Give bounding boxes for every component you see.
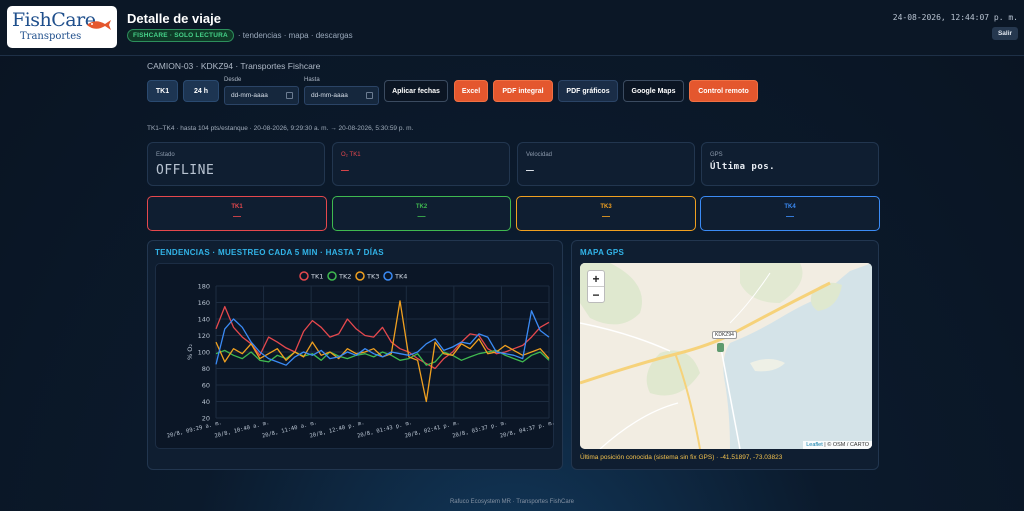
y-tick-label: 20	[202, 415, 210, 423]
vehicle-marker-icon[interactable]	[717, 343, 724, 352]
vehicle-marker-label: KDKZ94	[712, 331, 737, 339]
period-select-button[interactable]: 24 h	[183, 80, 219, 102]
legend-marker	[327, 271, 337, 281]
speed-card-label: Velocidad	[526, 152, 553, 158]
trends-chart-svg: 2040608010012014016018020/8, 09:29 a. m.…	[166, 271, 555, 440]
speed-card: Velocidad —	[517, 142, 695, 186]
to-date-input[interactable]: dd-mm-aaaa	[304, 86, 379, 105]
tank-label: TK3	[600, 204, 612, 210]
remote-control-button[interactable]: Control remoto	[689, 80, 758, 102]
y-tick-label: 60	[202, 382, 210, 390]
from-date-label: Desde	[224, 77, 242, 83]
tank-card-tk3[interactable]: TK3 —	[516, 196, 696, 231]
y-tick-label: 140	[198, 316, 210, 324]
o2-tk1-card: O₂ TK1 —	[332, 142, 510, 186]
o2-card-label: O₂ TK1	[341, 152, 361, 158]
tank-value: —	[602, 212, 610, 221]
gps-card-value: Última pos.	[710, 162, 776, 172]
y-tick-label: 40	[202, 398, 210, 406]
series-line-tk1	[215, 305, 550, 370]
trends-title: TENDENCIAS · MUESTREO CADA 5 MIN · HASTA…	[155, 248, 384, 257]
google-maps-button[interactable]: Google Maps	[623, 80, 684, 102]
y-tick-label: 80	[202, 365, 210, 373]
zoom-in-button[interactable]: +	[588, 271, 604, 287]
legend-label: TK2	[338, 273, 351, 281]
legend-marker	[383, 271, 393, 281]
status-card-value: OFFLINE	[156, 163, 215, 178]
fish-logo-icon	[87, 20, 111, 30]
legend-label: TK4	[394, 273, 407, 281]
logo-text-primary: FishCare	[12, 9, 96, 31]
vehicle-info: CAMION-03 · KDKZ94 · Transportes Fishcar…	[147, 61, 321, 71]
zoom-out-button[interactable]: −	[588, 287, 604, 303]
data-range-info: TK1–TK4 · hasta 104 pts/estanque · 20-08…	[147, 125, 414, 132]
legend-marker	[355, 271, 365, 281]
pdf-charts-button[interactable]: PDF gráficos	[558, 80, 618, 102]
pdf-full-button[interactable]: PDF integral	[493, 80, 553, 102]
tank-label: TK1	[231, 204, 243, 210]
apply-dates-button[interactable]: Aplicar fechas	[384, 80, 448, 102]
top-bar: FishCare Transportes Detalle de viaje FI…	[0, 0, 1024, 56]
tank-card-tk2[interactable]: TK2 —	[332, 196, 511, 231]
readonly-badge: FISHCARE · SOLO LECTURA	[127, 29, 234, 42]
o2-card-value: —	[341, 163, 350, 178]
page-title: Detalle de viaje	[127, 11, 221, 26]
tank-card-tk4[interactable]: TK4 —	[700, 196, 880, 231]
status-card: Estado OFFLINE	[147, 142, 325, 186]
from-date-placeholder: dd-mm-aaaa	[231, 92, 268, 99]
x-tick-label: 20/8, 04:37 p. m.	[499, 420, 555, 439]
excel-export-button[interactable]: Excel	[454, 80, 488, 102]
logo-text-secondary: Transportes	[20, 31, 82, 42]
tank-select-button[interactable]: TK1	[147, 80, 178, 102]
legend-label: TK3	[366, 273, 379, 281]
tank-label: TK4	[784, 204, 796, 210]
legend-marker	[299, 271, 309, 281]
current-datetime: 24-08-2026, 12:44:07 p. m.	[892, 13, 1018, 22]
map-zoom-control: + −	[587, 270, 605, 303]
tank-card-tk1[interactable]: TK1 —	[147, 196, 327, 231]
subtitle-row: FISHCARE · SOLO LECTURA · tendencias · m…	[127, 29, 353, 42]
tank-value: —	[417, 212, 426, 221]
leaflet-link[interactable]: Leaflet	[806, 442, 823, 448]
tank-label: TK2	[415, 204, 428, 210]
y-tick-label: 120	[198, 332, 210, 340]
trends-chart: 20 40 60 80 100 120 140 160 180 20/8, 09:29 a. m.…	[155, 263, 555, 449]
status-card-label: Estado	[156, 152, 175, 158]
gps-map[interactable]: + − KDKZ94 Leaflet | © OSM / CARTO	[580, 263, 872, 449]
y-axis-label: % O₂	[186, 344, 194, 360]
footer-text: Rafuco Ecosystem MR · Transportes FishCa…	[449, 499, 575, 505]
speed-card-value: —	[526, 163, 535, 178]
y-tick-label: 160	[198, 299, 210, 307]
calendar-icon[interactable]	[366, 92, 373, 99]
from-date-input[interactable]: dd-mm-aaaa	[224, 86, 299, 105]
legend-label: TK1	[310, 273, 323, 281]
map-title: MAPA GPS	[580, 248, 625, 257]
tank-value: —	[233, 212, 241, 221]
map-tiles	[580, 263, 872, 449]
to-date-placeholder: dd-mm-aaaa	[311, 92, 348, 99]
to-date-label: Hasta	[304, 77, 320, 83]
tank-value: —	[786, 212, 794, 221]
y-tick-label: 100	[198, 349, 210, 357]
logout-button[interactable]: Salir	[992, 27, 1018, 40]
calendar-icon[interactable]	[286, 92, 293, 99]
section-nav-text: · tendencias · mapa · descargas	[237, 31, 353, 40]
y-tick-label: 180	[198, 283, 210, 291]
gps-card: GPS Última pos.	[701, 142, 879, 186]
last-position-text: Última posición conocida (sistema sin fi…	[580, 454, 783, 461]
gps-card-label: GPS	[710, 152, 723, 158]
fishcare-logo[interactable]: FishCare Transportes	[7, 6, 117, 48]
map-attribution-text: | © OSM / CARTO	[822, 442, 869, 448]
map-attribution: Leaflet | © OSM / CARTO	[803, 441, 872, 449]
